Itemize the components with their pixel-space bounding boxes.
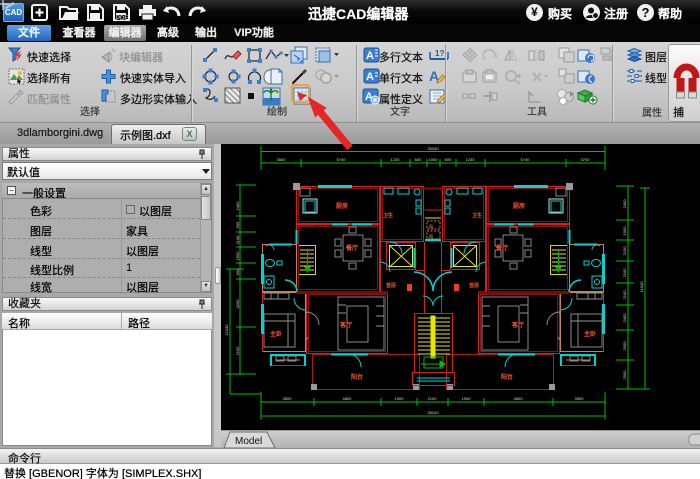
svg-text:2900: 2900 bbox=[622, 341, 627, 351]
svg-text:餐厅: 餐厅 bbox=[495, 244, 508, 252]
svg-text:1230: 1230 bbox=[391, 157, 401, 162]
svg-text:2100: 2100 bbox=[622, 290, 627, 300]
svg-text:1900: 1900 bbox=[622, 226, 627, 236]
svg-text:1900: 1900 bbox=[395, 396, 405, 401]
svg-text:5740: 5740 bbox=[337, 157, 347, 162]
svg-text:PDF: PDF bbox=[116, 16, 128, 22]
svg-text:风: 风 bbox=[429, 233, 433, 239]
svg-text:4800: 4800 bbox=[514, 396, 524, 401]
svg-text:3700: 3700 bbox=[581, 157, 591, 162]
svg-text:1?: 1? bbox=[435, 49, 444, 58]
svg-text:2400: 2400 bbox=[622, 199, 627, 209]
svg-text:25240: 25240 bbox=[427, 146, 439, 151]
svg-text:3500: 3500 bbox=[277, 157, 287, 162]
svg-text:2100: 2100 bbox=[622, 246, 627, 256]
svg-text:阳台: 阳台 bbox=[351, 373, 363, 381]
svg-text:主卧: 主卧 bbox=[270, 330, 282, 338]
svg-text:餐厅: 餐厅 bbox=[345, 244, 358, 252]
svg-text:600: 600 bbox=[445, 157, 452, 162]
svg-text:卫生: 卫生 bbox=[472, 212, 482, 219]
svg-text:1900: 1900 bbox=[462, 396, 472, 401]
svg-text:首层: 首层 bbox=[469, 282, 479, 289]
svg-text:11040: 11040 bbox=[639, 281, 644, 293]
svg-text:厨房: 厨房 bbox=[513, 202, 525, 210]
svg-text:3500: 3500 bbox=[575, 396, 585, 401]
svg-text:3500: 3500 bbox=[283, 396, 293, 401]
svg-text:客厅: 客厅 bbox=[511, 321, 524, 329]
svg-text:2400: 2400 bbox=[622, 313, 627, 323]
svg-text:900: 900 bbox=[235, 268, 240, 275]
svg-text:4200: 4200 bbox=[235, 299, 240, 309]
svg-text:1230: 1230 bbox=[466, 157, 476, 162]
svg-text:2100: 2100 bbox=[235, 346, 240, 356]
svg-text:1100: 1100 bbox=[235, 235, 240, 244]
svg-text:A: A bbox=[366, 71, 374, 83]
svg-text:A: A bbox=[366, 50, 374, 62]
svg-text:11040: 11040 bbox=[224, 324, 229, 336]
svg-text:阳台: 阳台 bbox=[501, 373, 513, 381]
svg-text:厨房: 厨房 bbox=[336, 202, 348, 210]
svg-text:2900: 2900 bbox=[622, 370, 627, 380]
svg-text:2400: 2400 bbox=[235, 201, 240, 211]
svg-text:1500: 1500 bbox=[235, 251, 240, 261]
svg-text:5740: 5740 bbox=[521, 157, 531, 162]
svg-text:Model: Model bbox=[235, 436, 262, 447]
svg-text:风: 风 bbox=[429, 223, 433, 229]
svg-text:600: 600 bbox=[415, 157, 422, 162]
svg-text:1000: 1000 bbox=[429, 157, 439, 162]
svg-text:25240: 25240 bbox=[427, 410, 439, 415]
svg-text:2100: 2100 bbox=[428, 396, 438, 401]
svg-text:卫生: 卫生 bbox=[383, 212, 393, 219]
svg-text:900: 900 bbox=[235, 221, 240, 228]
svg-text:4800: 4800 bbox=[343, 396, 353, 401]
svg-text:主卧: 主卧 bbox=[584, 330, 596, 338]
svg-text:首层: 首层 bbox=[386, 282, 396, 289]
svg-text:2100: 2100 bbox=[622, 268, 627, 278]
svg-text:客厅: 客厅 bbox=[339, 321, 352, 329]
